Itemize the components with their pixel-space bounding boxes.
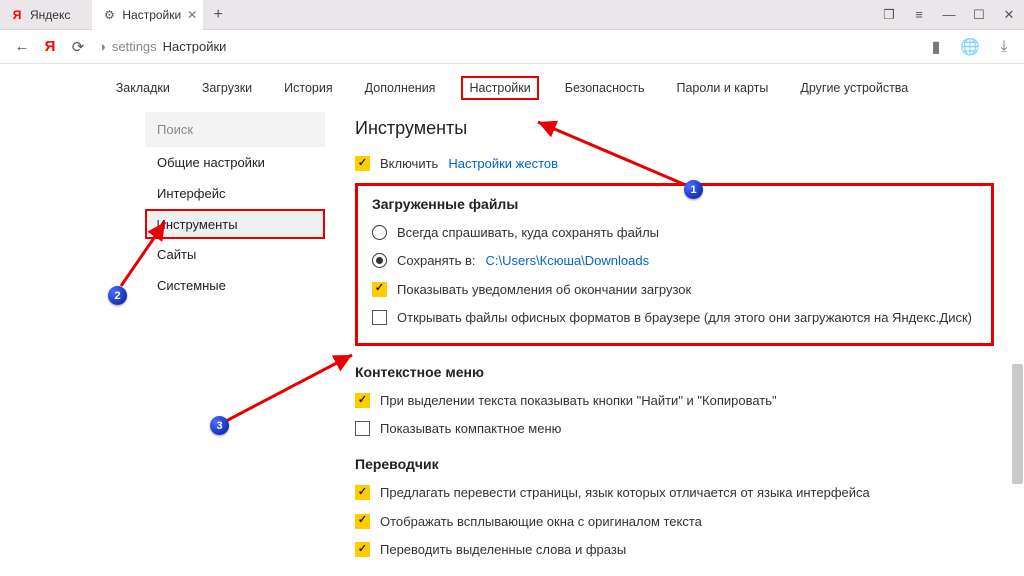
- section-heading-tools: Инструменты: [355, 118, 994, 139]
- checkbox-find-copy[interactable]: [355, 393, 370, 408]
- compact-menu-label: Показывать компактное меню: [380, 420, 994, 438]
- annotation-badge-2: 2: [108, 286, 127, 305]
- gesture-settings-link[interactable]: Настройки жестов: [448, 155, 558, 173]
- checkbox-translate-popups[interactable]: [355, 514, 370, 529]
- sidebar-item-interface[interactable]: Интерфейс: [145, 178, 325, 209]
- new-tab-button[interactable]: +: [203, 6, 233, 24]
- maximize-icon[interactable]: ☐: [964, 0, 994, 30]
- window-titlebar: Я Яндекс ⚙ Настройки ✕ + ❐ ≡ — ☐ ✕: [0, 0, 1024, 30]
- download-path-link[interactable]: C:\Users\Ксюша\Downloads: [486, 252, 650, 270]
- downloads-icon[interactable]: ⤓: [992, 35, 1016, 59]
- tab-title: Яндекс: [30, 8, 70, 22]
- reload-button[interactable]: ⟳: [64, 33, 92, 61]
- tab-passwords[interactable]: Пароли и карты: [671, 76, 775, 100]
- enable-label: Включить: [380, 155, 438, 173]
- checkbox-enable-gestures[interactable]: [355, 156, 370, 171]
- checkbox-offer-translate[interactable]: [355, 485, 370, 500]
- annotation-badge-3: 3: [210, 416, 229, 435]
- tab-security[interactable]: Безопасность: [559, 76, 651, 100]
- download-notify-label: Показывать уведомления об окончании загр…: [397, 281, 977, 299]
- settings-search-input[interactable]: Поиск: [145, 112, 325, 147]
- panel-icon[interactable]: ❐: [874, 0, 904, 30]
- find-copy-label: При выделении текста показывать кнопки "…: [380, 392, 994, 410]
- minimize-icon[interactable]: —: [934, 0, 964, 30]
- open-office-label: Открывать файлы офисных форматов в брауз…: [397, 309, 977, 327]
- tab-history[interactable]: История: [278, 76, 338, 100]
- tab-title: Настройки: [122, 8, 181, 22]
- bookmark-icon[interactable]: ▮: [924, 35, 948, 59]
- window-controls: ❐ ≡ — ☐ ✕: [874, 0, 1024, 30]
- site-info-icon[interactable]: ◑: [98, 39, 106, 54]
- tab-devices[interactable]: Другие устройства: [794, 76, 914, 100]
- settings-category-tabs: Закладки Загрузки История Дополнения Нас…: [0, 64, 1024, 112]
- radio-always-ask[interactable]: [372, 225, 387, 240]
- tab-settings[interactable]: Настройки: [461, 76, 538, 100]
- checkbox-download-notify[interactable]: [372, 282, 387, 297]
- settings-page: Закладки Загрузки История Дополнения Нас…: [0, 64, 1024, 576]
- group-title-translator: Переводчик: [355, 456, 994, 472]
- downloaded-files-group: Загруженные файлы Всегда спрашивать, куд…: [355, 183, 994, 346]
- menu-icon[interactable]: ≡: [904, 0, 934, 30]
- back-button[interactable]: ←: [8, 33, 36, 61]
- tab-downloads[interactable]: Загрузки: [196, 76, 258, 100]
- browser-tab-yandex[interactable]: Я Яндекс: [0, 0, 92, 30]
- checkbox-open-office[interactable]: [372, 310, 387, 325]
- radio-save-to[interactable]: [372, 253, 387, 268]
- globe-icon[interactable]: 🌐: [958, 35, 982, 59]
- url-title: Настройки: [163, 39, 227, 54]
- tab-addons[interactable]: Дополнения: [359, 76, 442, 100]
- sidebar-item-tools[interactable]: Инструменты: [145, 209, 325, 239]
- translate-selected-label: Переводить выделенные слова и фразы: [380, 541, 994, 559]
- checkbox-compact-menu[interactable]: [355, 421, 370, 436]
- tab-bookmarks[interactable]: Закладки: [110, 76, 176, 100]
- vertical-scrollbar[interactable]: [1012, 364, 1023, 484]
- close-tab-icon[interactable]: ✕: [187, 8, 197, 22]
- sidebar-item-system[interactable]: Системные: [145, 270, 325, 301]
- settings-sidebar: Поиск Общие настройки Интерфейс Инструме…: [145, 112, 325, 576]
- address-field[interactable]: ◑ settings Настройки: [98, 39, 226, 54]
- radio-always-ask-label: Всегда спрашивать, куда сохранять файлы: [397, 224, 977, 242]
- group-title-downloads: Загруженные файлы: [372, 196, 977, 212]
- sidebar-item-general[interactable]: Общие настройки: [145, 147, 325, 178]
- annotation-badge-1: 1: [684, 180, 703, 199]
- save-to-label: Сохранять в:: [397, 252, 476, 270]
- group-title-context: Контекстное меню: [355, 364, 994, 380]
- address-bar-row: ← Я ⟳ ◑ settings Настройки ▮ 🌐 ⤓: [0, 30, 1024, 64]
- gear-icon: ⚙: [102, 8, 116, 22]
- checkbox-translate-selected[interactable]: [355, 542, 370, 557]
- yandex-favicon: Я: [10, 8, 24, 22]
- url-scheme: settings: [112, 39, 157, 54]
- translate-popups-label: Отображать всплывающие окна с оригиналом…: [380, 513, 994, 531]
- settings-content-pane: Инструменты Включить Настройки жестов За…: [325, 112, 1024, 576]
- close-window-icon[interactable]: ✕: [994, 0, 1024, 30]
- sidebar-item-sites[interactable]: Сайты: [145, 239, 325, 270]
- browser-tab-settings[interactable]: ⚙ Настройки ✕: [92, 0, 203, 30]
- yandex-home-button[interactable]: Я: [36, 33, 64, 61]
- offer-translate-label: Предлагать перевести страницы, язык кото…: [380, 484, 994, 502]
